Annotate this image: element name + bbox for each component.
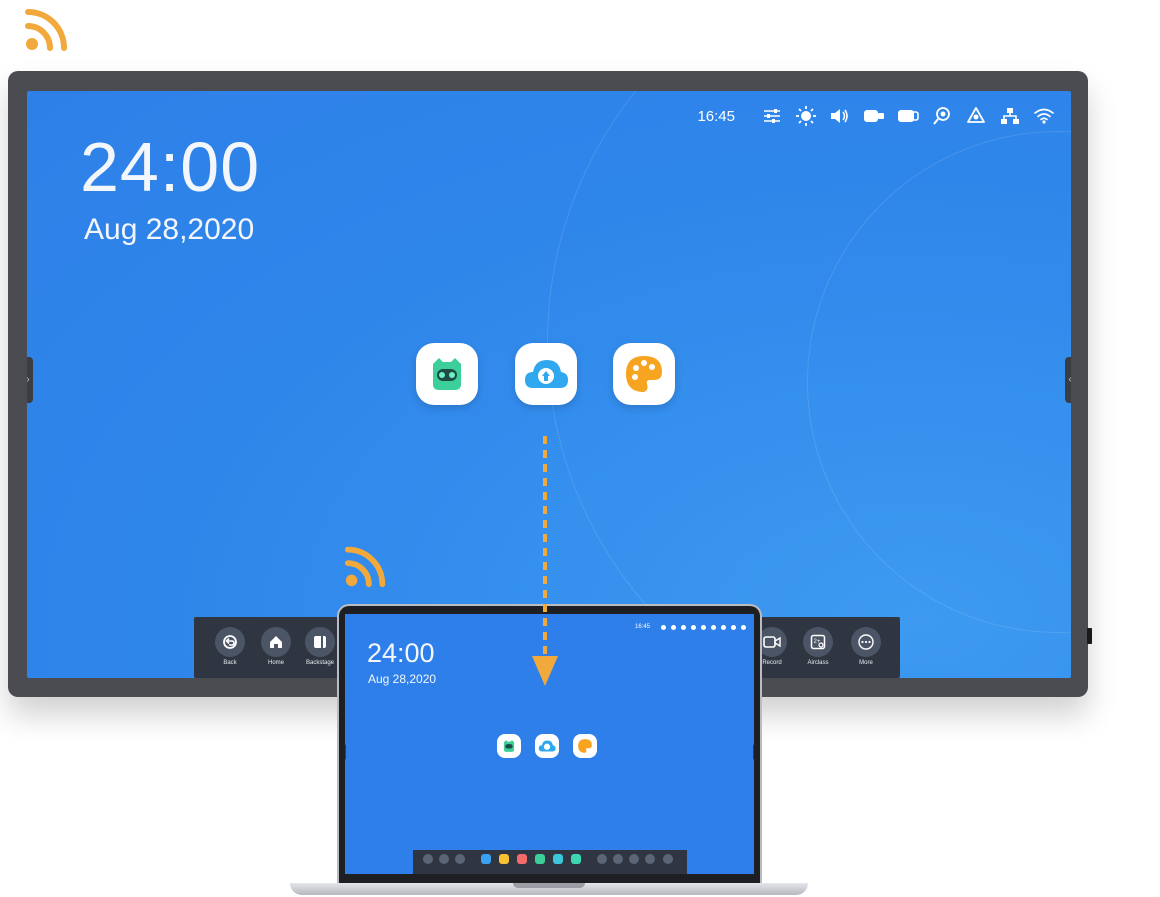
laptop-dock-backstage-icon[interactable] <box>455 854 465 864</box>
clock-date: Aug 28,2020 <box>84 213 255 246</box>
laptop-right-handle <box>753 744 754 760</box>
laptop-status-time: 16:45 <box>634 624 650 630</box>
status-dot-icon <box>691 624 696 630</box>
status-bar: 16:45 <box>697 105 1055 127</box>
record-icon <box>757 627 787 657</box>
status-dot-icon <box>721 624 726 630</box>
dock-home-button[interactable]: Home <box>256 627 296 666</box>
home-icon <box>261 627 291 657</box>
dock-label: Back <box>223 660 237 666</box>
laptop-dock-app-icon[interactable] <box>571 854 581 864</box>
status-dot-icon <box>681 624 686 630</box>
status-dot-icon <box>701 624 706 630</box>
volume-icon[interactable] <box>829 106 851 126</box>
laptop-dock-home-icon[interactable] <box>439 854 449 864</box>
laptop-dock-airclass-icon[interactable] <box>645 854 655 864</box>
laptop-dock-app-icon[interactable] <box>535 854 545 864</box>
dock-label: More <box>859 660 873 666</box>
screen-record-icon[interactable] <box>931 106 953 126</box>
cast-arrow-head-icon <box>532 656 558 686</box>
panel-screen: › ‹ 24:00 Aug 28,2020 16:45 <box>27 91 1071 678</box>
laptop-notch <box>513 883 585 888</box>
airclass-icon: 2+ <box>803 627 833 657</box>
camera-icon[interactable] <box>863 106 885 126</box>
status-dot-icon <box>731 624 736 630</box>
dock-airclass-button[interactable]: 2+ Airclass <box>798 627 838 666</box>
laptop-dock <box>413 850 687 874</box>
laptop-status-bar: 16:45 <box>635 624 746 630</box>
panel-side-button[interactable] <box>1087 628 1092 644</box>
laptop-dock-more-icon[interactable] <box>663 854 673 864</box>
laptop-palette-app-icon[interactable] <box>573 734 597 758</box>
laptop-dock-app-icon[interactable] <box>499 854 509 864</box>
right-edge-handle[interactable]: ‹ <box>1065 357 1071 403</box>
backstage-icon <box>305 627 335 657</box>
laptop-dock-record-icon[interactable] <box>629 854 639 864</box>
wifi-icon[interactable] <box>1033 106 1055 126</box>
palette-app-icon[interactable] <box>613 343 675 405</box>
dock-backstage-button[interactable]: Backstage <box>300 627 340 666</box>
clock-time: 24:00 <box>80 128 261 206</box>
owl-app-icon[interactable] <box>416 343 478 405</box>
network-icon[interactable] <box>999 106 1021 126</box>
laptop-cloud-upload-app-icon[interactable] <box>535 734 559 758</box>
laptop-clock-time: 24:00 <box>367 638 435 668</box>
dock-label: Home <box>267 660 284 666</box>
status-dot-icon <box>741 624 746 630</box>
laptop-dock-tool-icon[interactable] <box>613 854 623 864</box>
toggle-icon[interactable] <box>897 106 919 126</box>
laptop-screen: 24:00 Aug 28,2020 16:45 <box>345 614 754 874</box>
laptop-dock-app-icon[interactable] <box>481 854 491 864</box>
cast-arrow-line <box>543 436 547 658</box>
laptop-owl-app-icon[interactable] <box>497 734 521 758</box>
brightness-icon[interactable] <box>795 106 817 126</box>
dock-back-button[interactable]: Back <box>210 627 250 666</box>
sliders-icon[interactable] <box>761 106 783 126</box>
status-dot-icon <box>661 624 666 630</box>
laptop-left-handle <box>345 744 346 760</box>
dock-more-button[interactable]: More <box>846 627 886 666</box>
dock-label: Airclass <box>807 660 829 666</box>
laptop-clock-date: Aug 28,2020 <box>368 672 437 686</box>
status-dot-icon <box>671 624 676 630</box>
laptop-dock-app-icon[interactable] <box>553 854 563 864</box>
screen-cast-icon <box>344 546 386 588</box>
eye-icon[interactable] <box>965 106 987 126</box>
dock-label: Backstage <box>305 660 335 666</box>
more-icon <box>851 627 881 657</box>
screen-cast-icon <box>25 9 67 51</box>
back-icon <box>215 627 245 657</box>
laptop-dock-app-icon[interactable] <box>517 854 527 864</box>
status-dot-icon <box>711 624 716 630</box>
status-time: 16:45 <box>697 107 735 125</box>
left-edge-handle[interactable]: › <box>27 357 33 403</box>
cloud-upload-app-icon[interactable] <box>515 343 577 405</box>
laptop-dock-pen-icon[interactable] <box>597 854 607 864</box>
laptop-dock-back-icon[interactable] <box>423 854 433 864</box>
